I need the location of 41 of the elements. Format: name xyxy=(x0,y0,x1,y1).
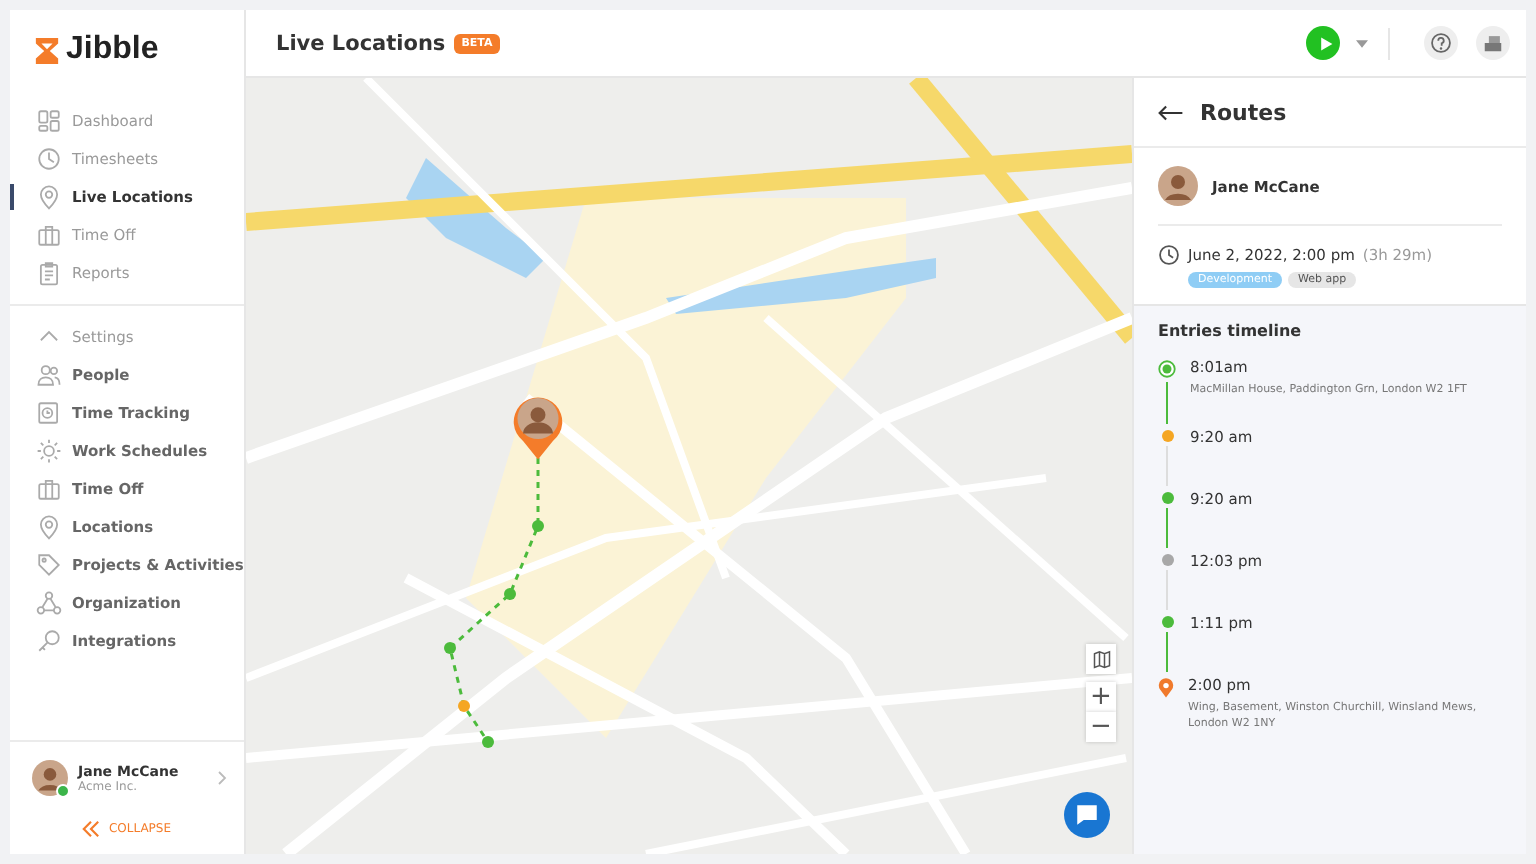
map-view[interactable]: + − xyxy=(246,78,1132,854)
route-point-marker[interactable] xyxy=(458,700,470,712)
tag-icon xyxy=(36,552,62,578)
help-icon xyxy=(1430,32,1452,54)
avatar-icon xyxy=(32,760,68,796)
map-layers-button[interactable] xyxy=(1086,644,1116,674)
chat-bubble-icon xyxy=(1074,802,1100,828)
people-icon xyxy=(36,362,62,388)
double-chevron-left-icon xyxy=(82,820,101,838)
route-point-marker[interactable] xyxy=(504,588,516,600)
play-icon xyxy=(1317,35,1333,51)
briefcase-icon xyxy=(36,222,62,248)
hourglass-logo-icon xyxy=(34,35,60,65)
briefcase-icon xyxy=(36,476,62,502)
stopwatch-icon xyxy=(36,400,62,426)
chevron-right-icon xyxy=(216,770,228,786)
sun-icon xyxy=(36,438,62,464)
stack-button[interactable] xyxy=(1476,26,1510,60)
stack-icon xyxy=(1482,32,1504,54)
folded-map-icon xyxy=(1091,649,1111,669)
back-arrow-icon[interactable] xyxy=(1158,104,1184,122)
avatar-icon xyxy=(1158,166,1198,206)
clipboard-icon xyxy=(36,260,62,286)
panel-title: Routes xyxy=(1200,100,1287,126)
org-chart-icon xyxy=(36,590,62,616)
route-point-marker[interactable] xyxy=(482,736,494,748)
zoom-button[interactable]: + xyxy=(1086,682,1116,712)
clock-icon xyxy=(36,146,62,172)
zoom-button[interactable]: − xyxy=(1086,712,1116,742)
grid-icon xyxy=(36,108,62,134)
clock-icon xyxy=(1158,244,1180,266)
help-button[interactable] xyxy=(1424,26,1458,60)
section-title: Entries timeline xyxy=(1158,322,1304,340)
page-title: Live Locations xyxy=(276,31,446,55)
play-button[interactable] xyxy=(1306,26,1340,60)
location-pin-icon xyxy=(36,184,62,210)
route-point-marker[interactable] xyxy=(532,520,544,532)
route-point-marker[interactable] xyxy=(444,642,456,654)
logo-text: Jibble xyxy=(66,32,159,68)
location-pin-icon xyxy=(36,514,62,540)
caret-icon[interactable] xyxy=(1356,39,1368,47)
